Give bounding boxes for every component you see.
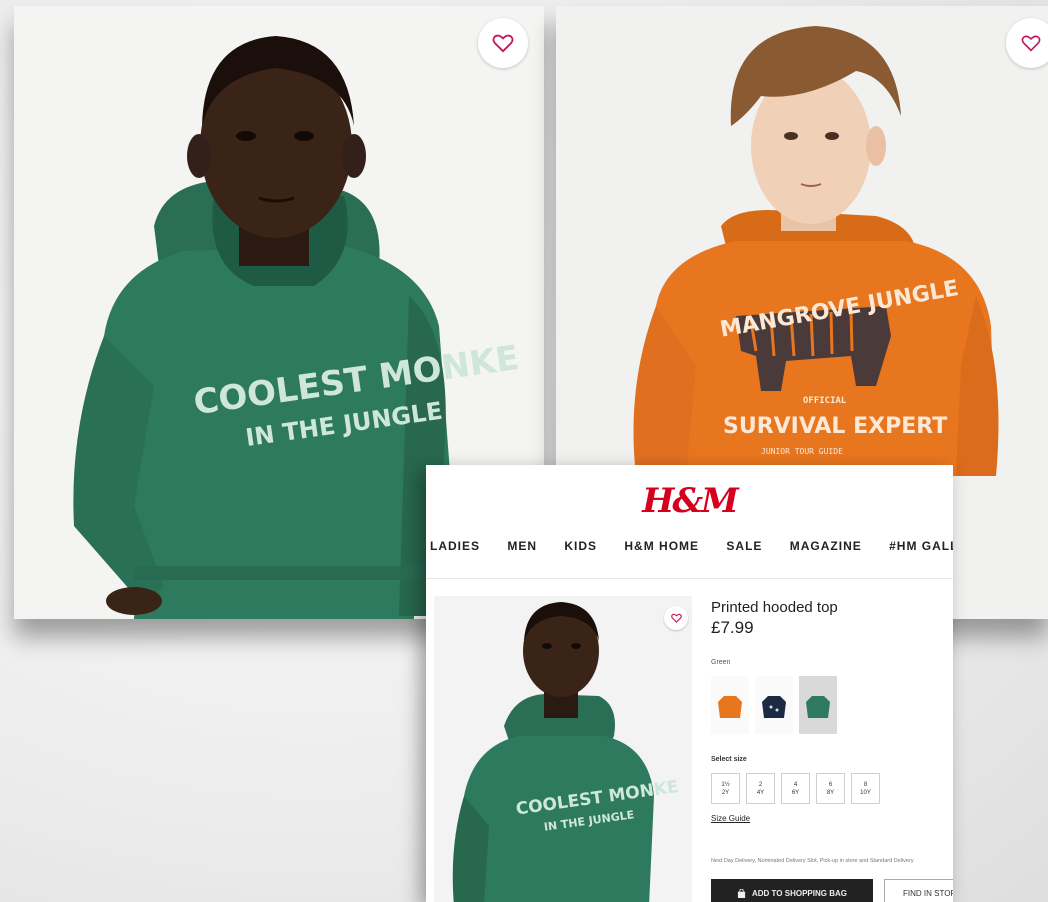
delivery-info: Next Day Delivery, Nominated Delivery Sl… — [711, 858, 914, 864]
product-title: Printed hooded top — [711, 599, 838, 616]
select-size-label: Select size — [711, 756, 747, 763]
size-guide-link[interactable]: Size Guide — [711, 814, 750, 823]
green-hoodie-swatch-icon — [806, 696, 830, 718]
orange-hoodie-swatch-icon — [718, 696, 742, 718]
size-bottom: 8Y — [826, 789, 835, 796]
nav-item-magazine[interactable]: MAGAZINE — [790, 539, 862, 553]
size-option[interactable]: 2 4Y — [746, 773, 775, 804]
swatch-orange[interactable] — [711, 676, 749, 734]
hm-logo[interactable]: H&M — [426, 481, 953, 521]
size-bottom: 10Y — [860, 789, 871, 796]
size-top: 4 — [793, 781, 798, 788]
add-to-bag-label: ADD TO SHOPPING BAG — [752, 888, 847, 898]
navy-hoodie-swatch-icon — [762, 696, 786, 718]
size-top: 6 — [828, 781, 833, 788]
swatch-green[interactable] — [799, 676, 837, 734]
heart-icon — [670, 613, 682, 623]
nav-item-hm-gallery[interactable]: #HM GALLERY — [889, 539, 953, 553]
product-image[interactable]: COOLEST MONKE IN THE JUNGLE — [434, 596, 692, 902]
hoodie-print-small: OFFICIAL — [803, 396, 847, 406]
size-bottom: 6Y — [791, 789, 800, 796]
size-option[interactable]: 8 10Y — [851, 773, 880, 804]
main-nav: LADIES MEN KIDS H&M HOME SALE MAGAZINE #… — [430, 539, 953, 553]
favorite-heart-button[interactable] — [478, 18, 528, 68]
nav-item-ladies[interactable]: LADIES — [430, 539, 480, 553]
add-to-shopping-bag-button[interactable]: ADD TO SHOPPING BAG — [711, 879, 873, 902]
hoodie-print-main: SURVIVAL EXPERT — [723, 414, 947, 439]
nav-item-kids[interactable]: KIDS — [564, 539, 597, 553]
size-option[interactable]: 6 8Y — [816, 773, 845, 804]
nav-item-sale[interactable]: SALE — [726, 539, 762, 553]
size-bottom: 4Y — [756, 789, 765, 796]
swatch-navy[interactable] — [755, 676, 793, 734]
nav-divider — [426, 578, 953, 579]
heart-icon — [492, 34, 514, 53]
selected-color-label: Green — [711, 659, 731, 666]
nav-item-hm-home[interactable]: H&M HOME — [624, 539, 699, 553]
nav-item-men[interactable]: MEN — [507, 539, 537, 553]
find-in-store-label: FIND IN STORE — [903, 888, 953, 898]
size-options: 1½ 2Y 2 4Y 4 6Y 6 8Y 8 10Y — [711, 773, 880, 804]
color-swatches — [711, 676, 837, 734]
find-in-store-button[interactable]: FIND IN STORE — [884, 879, 953, 902]
size-option[interactable]: 1½ 2Y — [711, 773, 740, 804]
hoodie-print-bottom: JUNIOR TOUR GUIDE — [761, 447, 843, 456]
product-price: £7.99 — [711, 618, 754, 637]
size-top: 8 — [863, 781, 868, 788]
size-option[interactable]: 4 6Y — [781, 773, 810, 804]
favorite-heart-button[interactable] — [1006, 18, 1048, 68]
size-top: 2 — [758, 781, 763, 788]
hm-product-page-screenshot: H&M LADIES MEN KIDS H&M HOME SALE MAGAZI… — [426, 465, 953, 902]
shopping-bag-icon — [737, 888, 746, 898]
boy-green-hoodie-thumbnail: COOLEST MONKE IN THE JUNGLE — [452, 602, 680, 902]
size-bottom: 2Y — [721, 789, 730, 796]
size-top: 1½ — [721, 781, 730, 788]
heart-icon — [1021, 35, 1041, 52]
favorite-heart-button[interactable] — [664, 606, 688, 630]
